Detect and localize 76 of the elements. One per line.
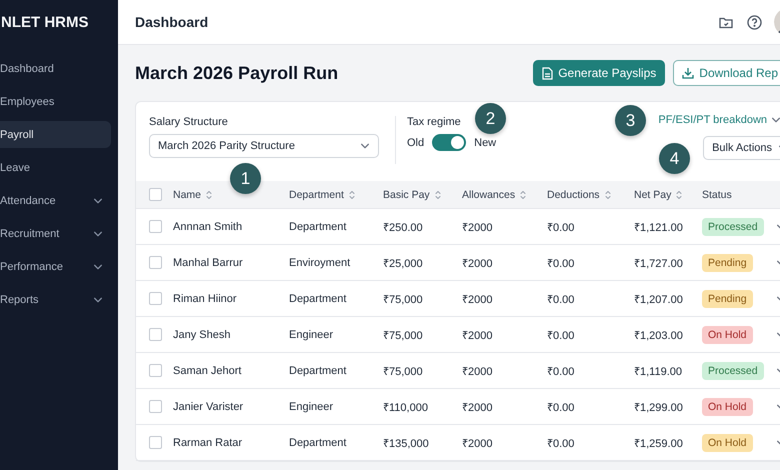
- table-cell: Enviroyment: [289, 256, 350, 268]
- sidebar-item[interactable]: Payroll: [0, 121, 111, 148]
- salary-structure-dropdown[interactable]: March 2026 Parity Structure: [149, 134, 379, 158]
- table-cell-text: ₹1,203.00: [634, 329, 683, 342]
- table-cell-text: ₹250.00: [383, 221, 423, 234]
- table-cell-text: ₹1,727.00: [634, 257, 683, 270]
- table-cell: Department: [289, 220, 346, 232]
- column-header[interactable]: Deductions: [547, 188, 600, 200]
- table-cell: Engineer: [289, 400, 334, 412]
- column-header[interactable]: Status: [702, 188, 732, 200]
- bulk-actions-dropdown[interactable]: Bulk Actions: [703, 136, 780, 160]
- generate-button[interactable]: Generate Payslips: [533, 60, 666, 86]
- table-cell-text: ₹1,121.00: [634, 221, 683, 234]
- sidebar-item[interactable]: Performance: [0, 253, 111, 280]
- table-cell: Riman Hiinor: [173, 292, 237, 304]
- sidebar-item[interactable]: Leave: [0, 154, 111, 181]
- table-cell-text: ₹0.00: [547, 437, 574, 450]
- table-cell-text: ₹75,000: [383, 293, 423, 306]
- table-cell-text: ₹1,119.00: [634, 365, 682, 378]
- table-cell: Department: [289, 364, 346, 376]
- table-cell-text: ₹2000: [462, 437, 492, 450]
- table-cell: Janier Varister: [173, 400, 244, 412]
- table-cell: Rarman Ratar: [173, 436, 242, 448]
- column-header[interactable]: Allowances: [462, 188, 516, 200]
- status-badge: Processed: [702, 218, 764, 236]
- table-cell: Annnan Smith: [173, 220, 242, 232]
- status-badge: On Hold: [702, 398, 753, 416]
- table-cell-text: ₹75,000: [383, 329, 423, 342]
- status-badge: Processed: [702, 362, 764, 380]
- sidebar-item[interactable]: Recruitment: [0, 220, 111, 247]
- table-cell-text: ₹0.00: [547, 365, 574, 378]
- status-badge: Pending: [702, 290, 753, 308]
- table-cell-text: ₹25,000: [383, 257, 423, 270]
- column-header[interactable]: Name: [173, 188, 202, 200]
- table-cell-text: ₹0.00: [547, 293, 574, 306]
- sidebar-item[interactable]: Reports: [0, 286, 111, 313]
- sidebar-item[interactable]: Employees: [0, 88, 111, 115]
- field-label: Tax regime: [407, 116, 461, 128]
- table-cell-text: ₹2000: [462, 293, 492, 306]
- table-cell-text: ₹0.00: [547, 329, 574, 342]
- table-cell: Department: [289, 436, 346, 448]
- toggle-label: Old: [407, 136, 424, 148]
- field-label: Salary Structure: [149, 116, 228, 128]
- sidebar-item[interactable]: Dashboard: [0, 55, 111, 82]
- status-badge: On Hold: [702, 326, 753, 344]
- column-header[interactable]: Net Pay: [634, 188, 672, 200]
- table-cell-text: ₹135,000: [383, 437, 429, 450]
- table-cell-text: ₹2000: [462, 401, 492, 414]
- status-badge: On Hold: [702, 434, 753, 452]
- table-cell-text: ₹2000: [462, 365, 492, 378]
- table-cell-text: ₹2000: [462, 257, 492, 270]
- toggle-label: New: [474, 136, 496, 148]
- table-cell-text: ₹1,207.00: [634, 293, 683, 306]
- table-cell-text: ₹0.00: [547, 221, 574, 234]
- table-cell-text: ₹0.00: [547, 401, 574, 414]
- column-header[interactable]: Department: [289, 188, 344, 200]
- sidebar-item[interactable]: Attendance: [0, 187, 111, 214]
- page-header-title: Dashboard: [135, 14, 208, 30]
- table-cell: Saman Jehort: [173, 364, 242, 376]
- table-cell: Jany Shesh: [173, 328, 230, 340]
- table-cell-text: ₹110,000: [383, 401, 428, 414]
- page-title: March 2026 Payroll Run: [135, 62, 338, 84]
- table-cell-text: ₹1,299.00: [634, 401, 683, 414]
- table-cell: Engineer: [289, 328, 334, 340]
- app-logo-text: NLET HRMS: [0, 13, 90, 31]
- table-cell: Department: [289, 292, 346, 304]
- table-cell-text: ₹2000: [462, 329, 492, 342]
- table-cell: Manhal Barrur: [173, 256, 243, 268]
- table-cell-text: ₹2000: [462, 221, 492, 234]
- table-cell-text: ₹1,259.00: [634, 437, 683, 450]
- column-header[interactable]: Basic Pay: [383, 188, 430, 200]
- status-badge: Pending: [702, 254, 753, 272]
- breakdown-link[interactable]: PF/ESI/PT breakdown: [658, 114, 780, 126]
- table-cell-text: ₹75,000: [383, 365, 423, 378]
- table-cell-text: ₹0.00: [547, 257, 574, 270]
- download-button[interactable]: Download Rep: [673, 60, 780, 86]
